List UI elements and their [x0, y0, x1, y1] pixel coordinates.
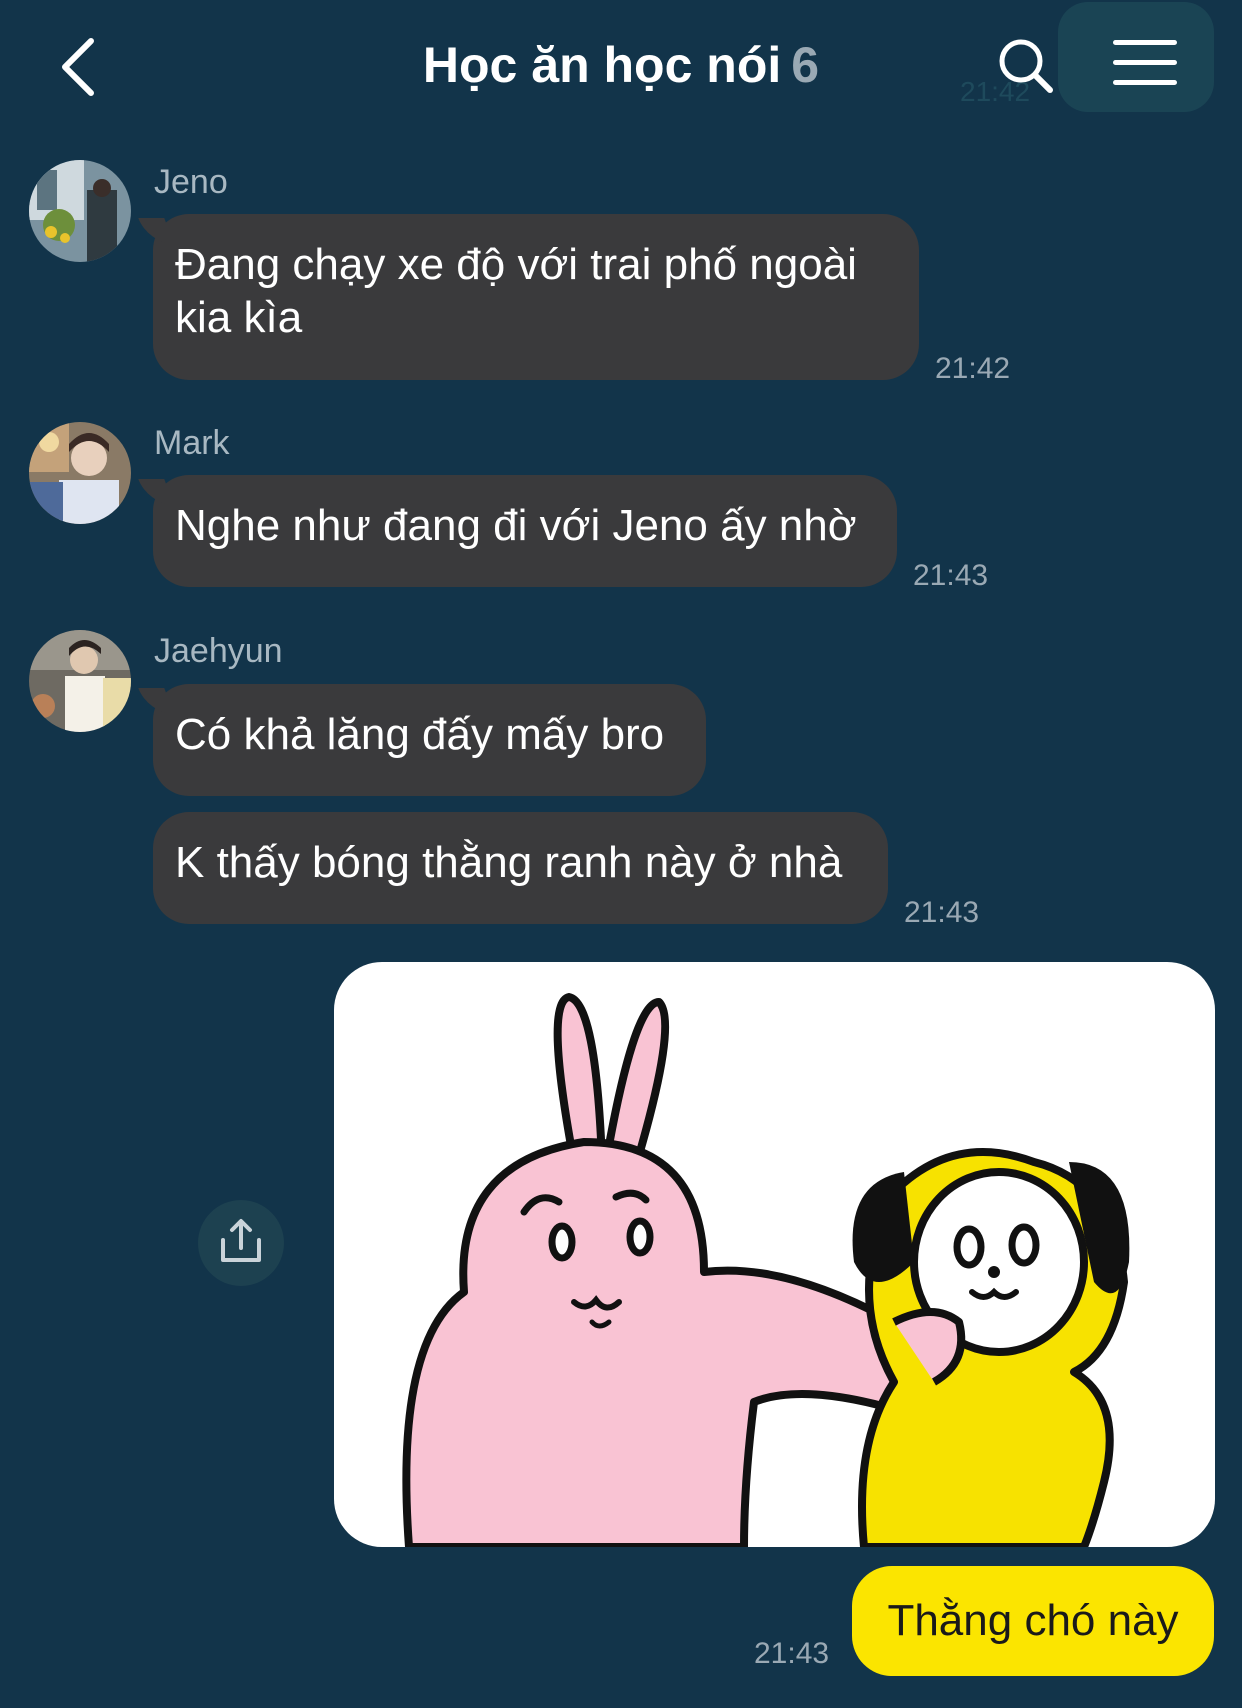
message-text: Đang chạy xe độ với trai phố ngoài kia k… — [175, 240, 857, 342]
sticker-illustration — [402, 993, 1130, 1547]
chat-title-text: Học ăn học nói — [422, 37, 782, 93]
message-time: 21:43 — [913, 559, 989, 592]
avatar-jaehyun[interactable] — [29, 630, 131, 732]
search-icon[interactable] — [996, 36, 1056, 96]
message-text: Có khả lăng đấy mấy bro — [175, 710, 665, 759]
message-time: 21:43 — [904, 896, 980, 929]
message-bubble[interactable]: Đang chạy xe độ với trai phố ngoài kia k… — [153, 214, 919, 380]
hamburger-menu-icon[interactable] — [1113, 40, 1177, 90]
share-button[interactable] — [198, 1200, 284, 1286]
message-text: Nghe như đang đi với Jeno ấy nhờ — [175, 501, 857, 550]
sender-name: Mark — [154, 424, 230, 462]
avatar-jeno[interactable] — [29, 160, 131, 262]
sender-name: Jeno — [154, 163, 228, 201]
message-bubble[interactable]: Nghe như đang đi với Jeno ấy nhờ — [153, 475, 897, 587]
chat-header: 21:42 Học ăn học nói 6 — [0, 0, 1242, 135]
share-upload-icon — [221, 1219, 261, 1262]
member-count: 6 — [791, 37, 820, 93]
image-message[interactable] — [334, 962, 1215, 1547]
message-bubble[interactable]: Có khả lăng đấy mấy bro — [153, 684, 706, 796]
message-text: K thấy bóng thằng ranh này ở nhà — [175, 838, 843, 887]
message-time: 21:42 — [935, 352, 1011, 385]
message-time: 21:43 — [754, 1637, 830, 1670]
sender-name: Jaehyun — [154, 632, 283, 670]
message-bubble[interactable]: K thấy bóng thằng ranh này ở nhà — [153, 812, 888, 924]
message-text: Thằng chó này — [887, 1596, 1179, 1645]
my-message-bubble[interactable]: Thằng chó này — [852, 1566, 1214, 1676]
avatar-mark[interactable] — [29, 422, 131, 524]
